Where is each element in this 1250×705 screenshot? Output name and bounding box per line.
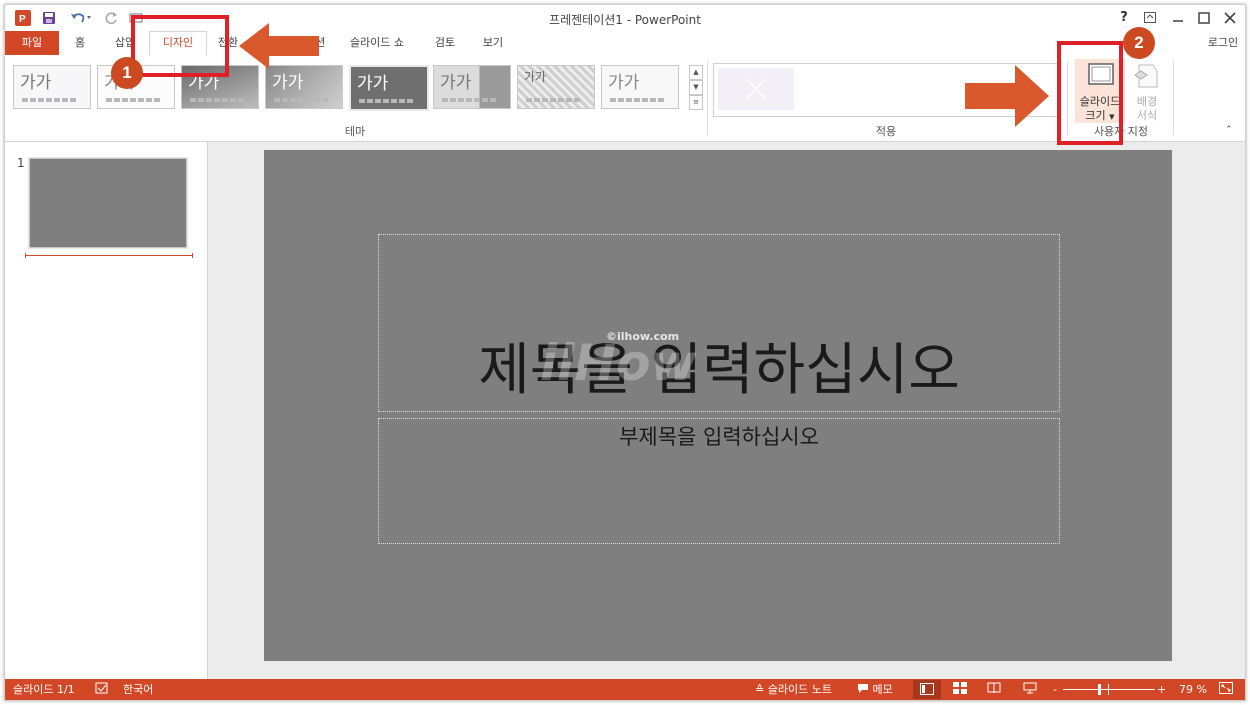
slide-editor: 제목을 입력하십시오 부제목을 입력하십시오 ©ilhow.com ilHow <box>208 142 1245 679</box>
zoom-in-button[interactable]: + <box>1157 682 1166 697</box>
tab-slide-show[interactable]: 슬라이드 쇼 <box>341 31 413 55</box>
zoom-level[interactable]: 79 % <box>1179 682 1207 697</box>
tab-review[interactable]: 검토 <box>425 31 465 55</box>
spelling-check-icon[interactable] <box>95 682 109 699</box>
sign-in-link[interactable]: 로그인 <box>1201 31 1245 55</box>
thumbnail-insertion-line <box>25 253 193 258</box>
theme-5[interactable]: 가가 <box>349 65 429 111</box>
subtitle-placeholder[interactable]: 부제목을 입력하십시오 <box>378 418 1060 544</box>
annotation-badge-1: 1 <box>111 57 143 89</box>
theme-7[interactable]: 가가 <box>517 65 595 109</box>
tab-file[interactable]: 파일 <box>5 31 59 55</box>
theme-6[interactable]: 가가 <box>433 65 511 109</box>
slide-thumbnail-1[interactable] <box>29 158 187 248</box>
maximize-button[interactable] <box>1193 9 1215 27</box>
fit-to-window-icon[interactable] <box>1219 682 1233 698</box>
title-placeholder[interactable]: 제목을 입력하십시오 <box>378 234 1060 412</box>
ribbon-display-options-button[interactable] <box>1139 9 1161 27</box>
comments-button[interactable]: 메모 <box>857 682 893 697</box>
slideshow-view-icon[interactable] <box>1023 682 1037 698</box>
zoom-slider-thumb[interactable] <box>1098 684 1101 695</box>
tab-view[interactable]: 보기 <box>473 31 513 55</box>
slide-sorter-icon[interactable] <box>953 682 967 698</box>
powerpoint-window: P 프레젠테이션1 - PowerPoint ? 파일 홈 삽입 디자인 전환 … <box>4 4 1246 701</box>
annotation-arrow-left-icon <box>239 23 319 69</box>
theme-office[interactable]: 가가 <box>13 65 91 109</box>
slide-number: 1 <box>17 156 25 170</box>
title-text: 제목을 입력하십시오 <box>478 338 960 403</box>
normal-view-icon[interactable] <box>913 680 941 699</box>
reading-view-icon[interactable] <box>987 682 1001 698</box>
theme-8[interactable]: 가가 <box>601 65 679 109</box>
zoom-slider[interactable] <box>1063 684 1155 695</box>
minimize-button[interactable] <box>1167 9 1189 27</box>
zoom-out-button[interactable]: - <box>1053 682 1057 697</box>
themes-scroll-up-button[interactable]: ▲ <box>689 65 703 80</box>
annotation-box-slide-size <box>1057 41 1123 145</box>
themes-group-label: 테마 <box>344 125 366 138</box>
variant-1[interactable] <box>718 68 794 110</box>
close-button[interactable] <box>1219 9 1241 27</box>
annotation-box-design-tab <box>131 15 229 77</box>
format-background-button[interactable]: 배경 서식 <box>1127 59 1167 123</box>
theme-4[interactable]: 가가 <box>265 65 343 109</box>
collapse-ribbon-icon[interactable]: ⌃ <box>1225 125 1233 135</box>
notes-button[interactable]: ≙ 슬라이드 노트 <box>755 682 832 697</box>
tab-home[interactable]: 홈 <box>65 31 95 55</box>
slide-count: 슬라이드 1/1 <box>13 683 75 696</box>
watermark-large: ilHow <box>540 334 697 392</box>
themes-more-button[interactable]: ≡ <box>689 95 703 110</box>
status-bar: 슬라이드 1/1 한국어 ≙ 슬라이드 노트 메모 - + 79 % <box>5 679 1245 700</box>
help-button[interactable]: ? <box>1113 9 1135 27</box>
annotation-badge-2: 2 <box>1123 27 1155 59</box>
slide-canvas: 제목을 입력하십시오 부제목을 입력하십시오 ©ilhow.com ilHow <box>264 150 1172 661</box>
language-indicator[interactable]: 한국어 <box>123 682 153 697</box>
themes-scroll-down-button[interactable]: ▼ <box>689 80 703 95</box>
slide-thumbnails-pane: 1 <box>5 142 208 679</box>
annotation-arrow-right-icon <box>965 65 1049 127</box>
subtitle-text: 부제목을 입력하십시오 <box>619 425 819 449</box>
